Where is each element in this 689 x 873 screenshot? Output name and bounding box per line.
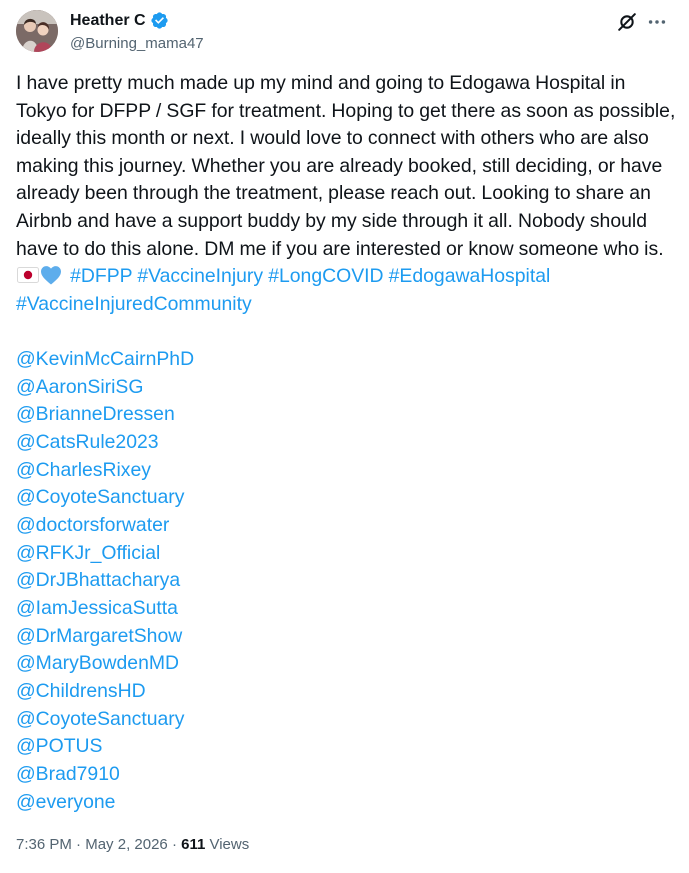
mention-link[interactable]: @Brad7910 — [16, 761, 194, 789]
mention-link[interactable]: @DrMargaretShow — [16, 623, 194, 651]
mention-link[interactable]: @MaryBowdenMD — [16, 650, 194, 678]
japan-flag-emoji — [17, 264, 39, 284]
mention-link[interactable]: @CatsRule2023 — [16, 429, 194, 457]
mention-link[interactable]: @everyone — [16, 789, 194, 817]
hashtag-vaccineinjury[interactable]: #VaccineInjury — [137, 265, 263, 287]
views-count: 611 — [181, 836, 206, 853]
avatar[interactable] — [16, 10, 58, 52]
author-handle[interactable]: @Burning_mama47 — [70, 35, 204, 52]
views-label: Views — [205, 836, 250, 853]
blue-heart-emoji — [40, 265, 62, 285]
mention-link[interactable]: @doctorsforwater — [16, 512, 194, 540]
tweet-body-text: I have pretty much made up my mind and g… — [16, 72, 676, 260]
mention-link[interactable]: @DrJBhattacharya — [16, 567, 194, 595]
mention-link[interactable]: @CharlesRixey — [16, 457, 194, 485]
mention-link[interactable]: @KevinMcCairnPhD — [16, 346, 194, 374]
mention-list: @KevinMcCairnPhD @AaronSiriSG @BrianneDr… — [16, 346, 194, 816]
verified-badge-icon[interactable] — [150, 11, 169, 30]
hashtag-longcovid[interactable]: #LongCOVID — [268, 265, 383, 287]
tweet-time[interactable]: 7:36 PM — [16, 836, 72, 853]
hashtag-dfpp[interactable]: #DFPP — [70, 265, 132, 287]
more-horizontal-icon[interactable] — [646, 11, 668, 33]
author-name-row: Heather C — [70, 11, 169, 30]
hashtag-edogawahospital[interactable]: #EdogawaHospital — [389, 265, 551, 287]
mention-link[interactable]: @RFKJr_Official — [16, 540, 194, 568]
mention-link[interactable]: @AaronSiriSG — [16, 374, 194, 402]
author-display-name[interactable]: Heather C — [70, 12, 146, 30]
tweet-date[interactable]: May 2, 2026 — [85, 836, 168, 853]
mention-link[interactable]: @BrianneDressen — [16, 401, 194, 429]
tweet-text: I have pretty much made up my mind and g… — [16, 70, 676, 318]
mention-link[interactable]: @CoyoteSanctuary — [16, 706, 194, 734]
grok-icon[interactable] — [616, 11, 638, 33]
mention-link[interactable]: @CoyoteSanctuary — [16, 484, 194, 512]
meta-separator: · — [167, 836, 182, 853]
mention-link[interactable]: @ChildrensHD — [16, 678, 194, 706]
meta-separator: · — [71, 836, 86, 853]
mention-link[interactable]: @IamJessicaSutta — [16, 595, 194, 623]
mention-link[interactable]: @POTUS — [16, 733, 194, 761]
tweet-meta: 7:36 PM · May 2, 2026 · 611 Views — [16, 836, 249, 853]
tweet-card: Heather C @Burning_mama47 I have pretty … — [0, 0, 689, 873]
hashtag-vaccineinjuredcommunity[interactable]: #VaccineInjuredCommunity — [16, 293, 252, 315]
